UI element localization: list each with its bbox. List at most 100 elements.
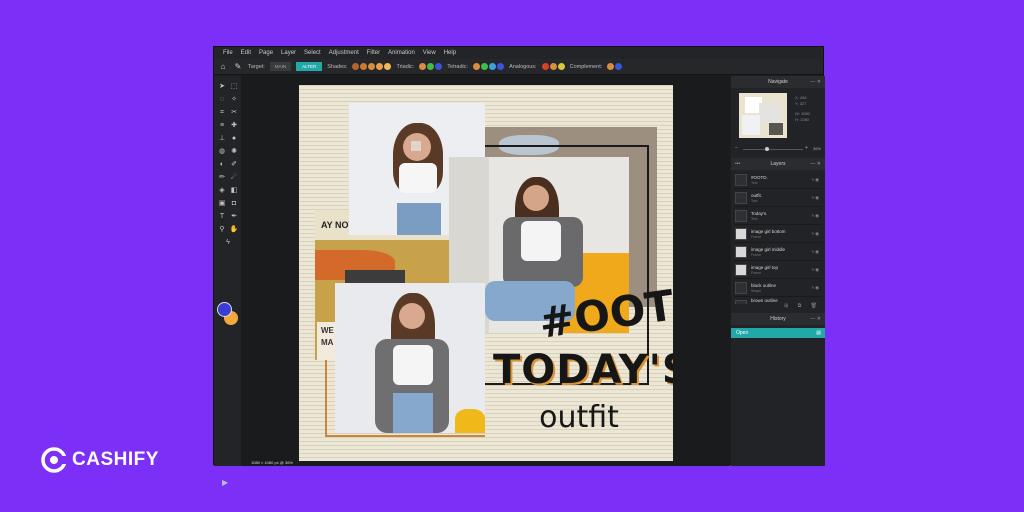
type-tool-icon[interactable]: T [217, 212, 227, 222]
visibility-icon[interactable]: ϟ ◉ [811, 249, 819, 255]
color-swatch[interactable] [384, 63, 392, 70]
history-brush-icon[interactable]: ◐ [217, 160, 227, 170]
shades-label: Shades: [327, 63, 348, 70]
smudge-tool-icon[interactable]: ☄ [229, 173, 239, 183]
image-girl-bottom[interactable] [335, 283, 485, 433]
sponge-tool-icon[interactable]: ✺ [229, 147, 239, 157]
color-swatch[interactable] [549, 63, 557, 70]
menu-layer[interactable]: Layer [281, 50, 296, 56]
layer-item[interactable]: image girl bottom Frame ϟ ◉ [734, 226, 822, 243]
visibility-icon[interactable]: ϟ ◉ [811, 195, 819, 201]
target-main-button[interactable]: MAIN [269, 62, 292, 71]
color-swatch[interactable] [497, 63, 505, 70]
path-tool-icon[interactable]: ◘ [229, 199, 239, 209]
history-close-icon[interactable]: — ✕ [810, 313, 821, 325]
color-swatch[interactable] [481, 63, 489, 70]
menu-file[interactable]: File [223, 50, 233, 56]
eyedropper-icon[interactable]: ✎ [233, 62, 243, 71]
sticker-outfit[interactable]: outfit [529, 400, 629, 435]
stamp-tool-icon[interactable]: ⊥ [217, 134, 227, 144]
zoom-out-icon[interactable]: − [735, 145, 738, 151]
content-aware-icon[interactable]: ≡ [217, 121, 227, 131]
history-item-open[interactable]: Open ▤ [731, 328, 825, 338]
layers-close-icon[interactable]: — ✕ [810, 158, 821, 170]
pencil-tool-icon[interactable]: ✏ [217, 173, 227, 183]
color-swatch[interactable] [557, 63, 565, 70]
navigate-close-icon[interactable]: — ✕ [810, 76, 821, 88]
sticker-todays[interactable]: TODAY'S [493, 347, 673, 393]
target-alter-button[interactable]: ALTER [296, 62, 323, 71]
visibility-icon[interactable]: ϟ ◉ [811, 285, 819, 291]
visibility-icon[interactable]: ϟ ◉ [811, 177, 819, 183]
layer-item[interactable]: outfit. Text ϟ ◉ [734, 190, 822, 207]
gradient-tool-icon[interactable]: ◧ [229, 186, 239, 196]
navigate-title: Navigate [768, 79, 788, 85]
color-swatch[interactable] [489, 63, 497, 70]
home-icon[interactable]: ⌂ [218, 62, 228, 71]
color-swatch[interactable] [368, 63, 376, 70]
marquee-tool-icon[interactable]: ⬚ [229, 82, 239, 92]
analogous-swatches[interactable] [541, 63, 565, 70]
complement-swatches[interactable] [607, 63, 623, 70]
visibility-icon[interactable]: ϟ ◉ [811, 231, 819, 237]
dodge-tool-icon[interactable]: ◍ [217, 147, 227, 157]
slice-tool-icon[interactable]: ✂ [229, 108, 239, 118]
menu-select[interactable]: Select [304, 50, 321, 56]
play-icon[interactable]: ▶ [222, 478, 228, 487]
tetradic-swatches[interactable] [473, 63, 505, 70]
menu-page[interactable]: Page [259, 50, 273, 56]
tetradic-label: Tetradic: [447, 63, 469, 70]
workspace[interactable]: AY NOV WE MA #OOTD TODAY'S outfit 1080 ×… [241, 76, 730, 466]
triadic-swatches[interactable] [419, 63, 443, 70]
layers-menu-icon[interactable]: ••• [735, 158, 740, 170]
layer-actions[interactable]: ⊞ ⧉ 🗑 [784, 303, 821, 309]
navigator-thumbnail[interactable] [739, 93, 787, 138]
layer-item[interactable]: image girl top Frame ϟ ◉ [734, 262, 822, 279]
layer-item[interactable]: Today's. Text ϟ ◉ [734, 208, 822, 225]
visibility-icon[interactable]: ϟ ◉ [811, 267, 819, 273]
move-tool-icon[interactable]: ➤ [217, 82, 227, 92]
magic-wand-icon[interactable]: ✧ [229, 95, 239, 105]
zoom-handle[interactable] [765, 147, 769, 151]
color-swatch[interactable] [360, 63, 368, 70]
pen-tool-icon[interactable]: ✒ [229, 212, 239, 222]
zoom-in-icon[interactable]: + [805, 145, 808, 151]
zoom-slider[interactable]: − + 36% [735, 145, 821, 152]
layers-header: ••• Layers — ✕ [731, 158, 825, 170]
blur-tool-icon[interactable]: ● [229, 134, 239, 144]
document-canvas[interactable]: AY NOV WE MA #OOTD TODAY'S outfit [299, 85, 673, 461]
layer-item[interactable]: black outline Shape ϟ ◉ [734, 280, 822, 297]
layer-item[interactable]: #OOTD. Text ϟ ◉ [734, 172, 822, 189]
menu-help[interactable]: Help [444, 50, 456, 56]
layer-item[interactable]: image girl middle Frame ϟ ◉ [734, 244, 822, 261]
color-swatch[interactable] [352, 63, 360, 70]
color-swatch[interactable] [427, 63, 435, 70]
fill-tool-icon[interactable]: ◈ [217, 186, 227, 196]
navigate-panel: Navigate — ✕ X: 456 Y: 327 W: 1080 H: 10… [731, 76, 825, 158]
menu-animation[interactable]: Animation [388, 50, 415, 56]
color-swatch[interactable] [473, 63, 481, 70]
color-swatch[interactable] [615, 63, 623, 70]
shades-swatches[interactable] [352, 63, 392, 70]
menu-filter[interactable]: Filter [367, 50, 380, 56]
quick-action-icon[interactable]: ϟ [223, 238, 233, 248]
history-title: History [770, 316, 786, 322]
hand-tool-icon[interactable]: ✋ [229, 225, 239, 235]
healing-brush-icon[interactable]: ✚ [229, 121, 239, 131]
visibility-icon[interactable]: ϟ ◉ [811, 213, 819, 219]
menu-adjustment[interactable]: Adjustment [329, 50, 359, 56]
color-swatch[interactable] [376, 63, 384, 70]
zoom-tool-icon[interactable]: ⚲ [217, 225, 227, 235]
cashify-logo-icon [40, 446, 68, 474]
color-swatch[interactable] [419, 63, 427, 70]
menu-edit[interactable]: Edit [241, 50, 251, 56]
foreground-color-swatch[interactable] [217, 302, 232, 317]
crop-tool-icon[interactable]: ⌗ [217, 108, 227, 118]
color-swatch[interactable] [541, 63, 549, 70]
brush-tool-icon[interactable]: ✐ [229, 160, 239, 170]
lasso-tool-icon[interactable]: ◌ [217, 95, 227, 105]
color-swatch[interactable] [435, 63, 443, 70]
menu-view[interactable]: View [423, 50, 436, 56]
shape-tool-icon[interactable]: ▣ [217, 199, 227, 209]
color-swatch[interactable] [607, 63, 615, 70]
